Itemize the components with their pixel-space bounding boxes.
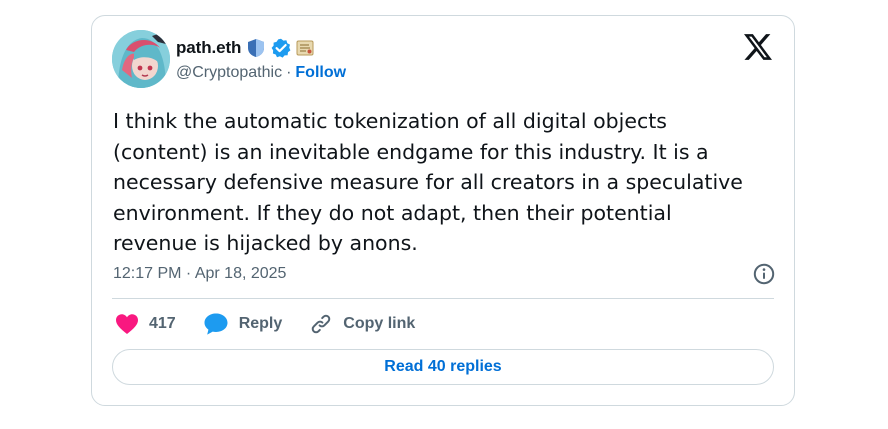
avatar-illustration <box>112 30 170 88</box>
author-handle-row: @Cryptopathic · Follow <box>176 64 346 82</box>
link-icon <box>312 314 331 334</box>
like-count: 417 <box>149 315 176 332</box>
author-handle[interactable]: @Cryptopathic <box>176 64 282 82</box>
tweet-actions-row: 417 Reply Copy link <box>115 311 442 337</box>
tweet-text: I think the automatic tokenization of al… <box>113 109 743 255</box>
copy-link-button[interactable]: Copy link <box>309 312 415 336</box>
x-logo-icon[interactable] <box>744 34 772 60</box>
shield-badge-icon <box>247 38 265 58</box>
divider <box>112 298 774 299</box>
handle-separator: · <box>286 64 292 81</box>
heart-icon <box>116 314 138 334</box>
tweet-embed-card: path.eth @Cryptopathic · Follow I think … <box>91 15 795 406</box>
author-display-name[interactable]: path.eth <box>176 38 241 58</box>
read-replies-button[interactable]: Read 40 replies <box>112 349 774 385</box>
verified-badge-icon <box>271 38 291 58</box>
read-replies-label: Read 40 replies <box>384 358 502 375</box>
author-name-row: path.eth <box>176 37 314 59</box>
tweet-meta-row: 12:17 PM · Apr 18, 2025 <box>113 262 775 286</box>
info-icon[interactable] <box>753 263 775 285</box>
like-button[interactable]: 417 <box>115 313 176 335</box>
reply-label: Reply <box>238 315 283 332</box>
speech-bubble-icon <box>204 313 228 335</box>
follow-button[interactable]: Follow <box>295 64 346 82</box>
tweet-timestamp[interactable]: 12:17 PM · Apr 18, 2025 <box>113 265 286 283</box>
reply-button[interactable]: Reply <box>203 312 283 336</box>
scroll-emoji-icon <box>295 38 314 58</box>
avatar[interactable] <box>112 30 170 88</box>
copy-link-label: Copy link <box>343 315 416 332</box>
